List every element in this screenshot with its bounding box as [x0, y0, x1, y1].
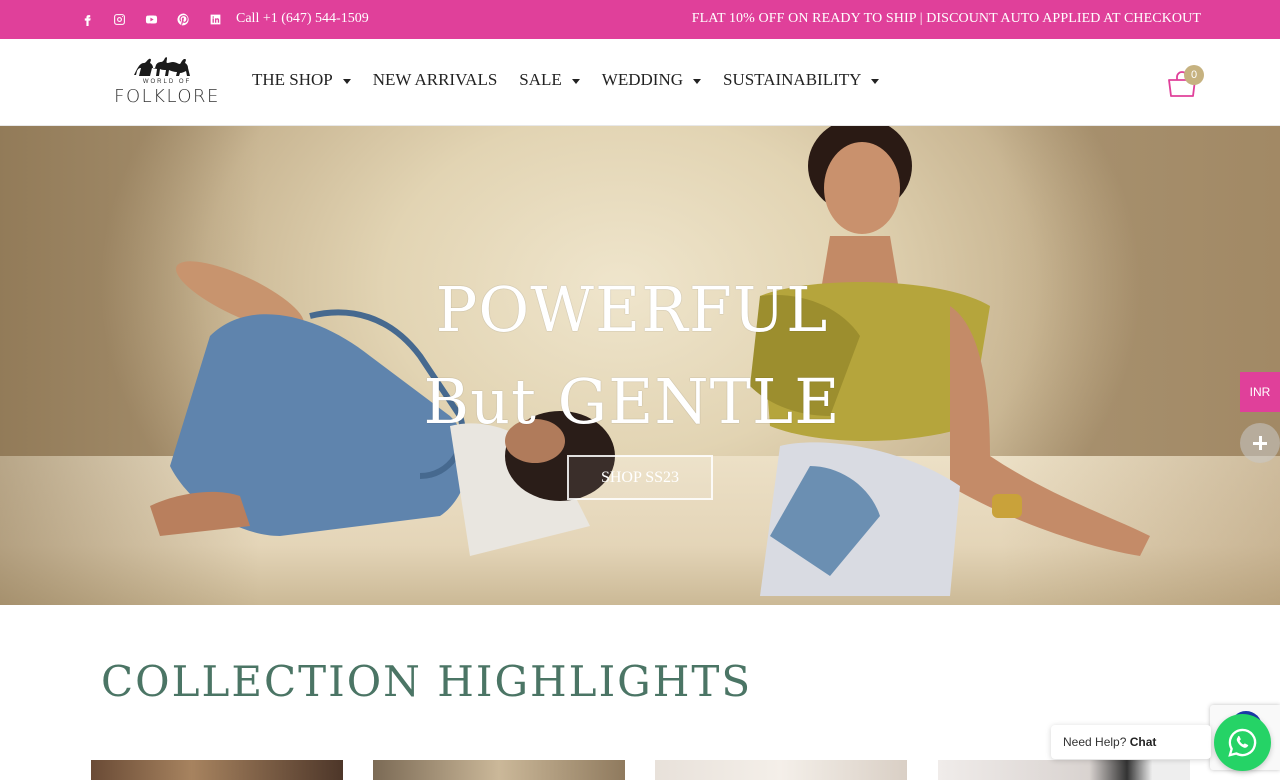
hero-headline-line1: POWERFUL [435, 273, 829, 346]
shop-ss23-button[interactable]: SHOP SS23 [567, 455, 713, 500]
nav-item-sustainability[interactable]: SUSTAINABILITY [723, 70, 880, 90]
chat-link-text: Chat [1129, 735, 1157, 749]
camel-logo-icon [134, 57, 190, 76]
hero-headline: POWERFUL But GENTLE [0, 264, 1264, 448]
hero-headline-line2: But GENTLE [423, 365, 841, 438]
youtube-icon[interactable] [143, 11, 160, 28]
hero-banner: POWERFUL But GENTLE SHOP SS23 [0, 126, 1280, 605]
need-help-text: Need Help? [1063, 735, 1127, 749]
logo-tagline: WORLD OF [142, 79, 192, 85]
nav-item-label: SALE [519, 70, 562, 89]
expand-plus-icon[interactable] [1240, 423, 1280, 463]
collection-item-image[interactable] [655, 760, 907, 780]
site-header: WORLD OF FOLKLORE THE SHOP NEW ARRIVALS … [0, 39, 1280, 126]
cart-count-badge: 0 [1184, 65, 1204, 85]
collection-item-image[interactable] [938, 760, 1190, 780]
collection-item-image[interactable] [91, 760, 343, 780]
social-links [79, 11, 224, 28]
nav-item-label: NEW ARRIVALS [372, 70, 498, 89]
nav-item-sale[interactable]: SALE [519, 70, 580, 90]
nav-item-label: THE SHOP [252, 70, 333, 89]
nav-item-wedding[interactable]: WEDDING [602, 70, 701, 90]
top-announcement-bar: Call +1 (647) 544-1509 FLAT 10% OFF ON R… [0, 0, 1280, 39]
whatsapp-icon [1228, 728, 1257, 757]
linkedin-icon[interactable] [207, 11, 224, 28]
collection-thumbnails [91, 760, 1191, 780]
caret-down-icon [871, 78, 880, 84]
main-navigation: THE SHOP NEW ARRIVALS SALE WEDDING SUSTA… [252, 70, 901, 90]
nav-item-the-shop[interactable]: THE SHOP [252, 70, 351, 90]
facebook-icon[interactable] [79, 11, 96, 28]
nav-item-label: SUSTAINABILITY [723, 70, 862, 89]
promo-text: FLAT 10% OFF ON READY TO SHIP | DISCOUNT… [691, 11, 1201, 26]
collection-highlights-heading: COLLECTION HIGHLIGHTS [101, 657, 753, 706]
nav-item-new-arrivals[interactable]: NEW ARRIVALS [373, 70, 498, 90]
logo-wordmark: FOLKLORE [114, 86, 220, 107]
caret-down-icon [693, 78, 701, 84]
currency-switcher[interactable]: INR [1240, 372, 1280, 412]
instagram-icon[interactable] [111, 11, 128, 28]
nav-item-label: WEDDING [601, 70, 683, 89]
need-help-chat-prompt[interactable]: Need Help? Chat [1051, 725, 1211, 759]
phone-link[interactable]: Call +1 (647) 544-1509 [236, 11, 369, 27]
caret-down-icon [571, 78, 580, 84]
site-logo[interactable]: WORLD OF FOLKLORE [111, 51, 223, 113]
cart-button[interactable]: 0 [1166, 64, 1208, 104]
caret-down-icon [342, 78, 351, 84]
collection-item-image[interactable] [373, 760, 625, 780]
pinterest-icon[interactable] [175, 11, 192, 28]
whatsapp-chat-button[interactable] [1214, 714, 1271, 771]
